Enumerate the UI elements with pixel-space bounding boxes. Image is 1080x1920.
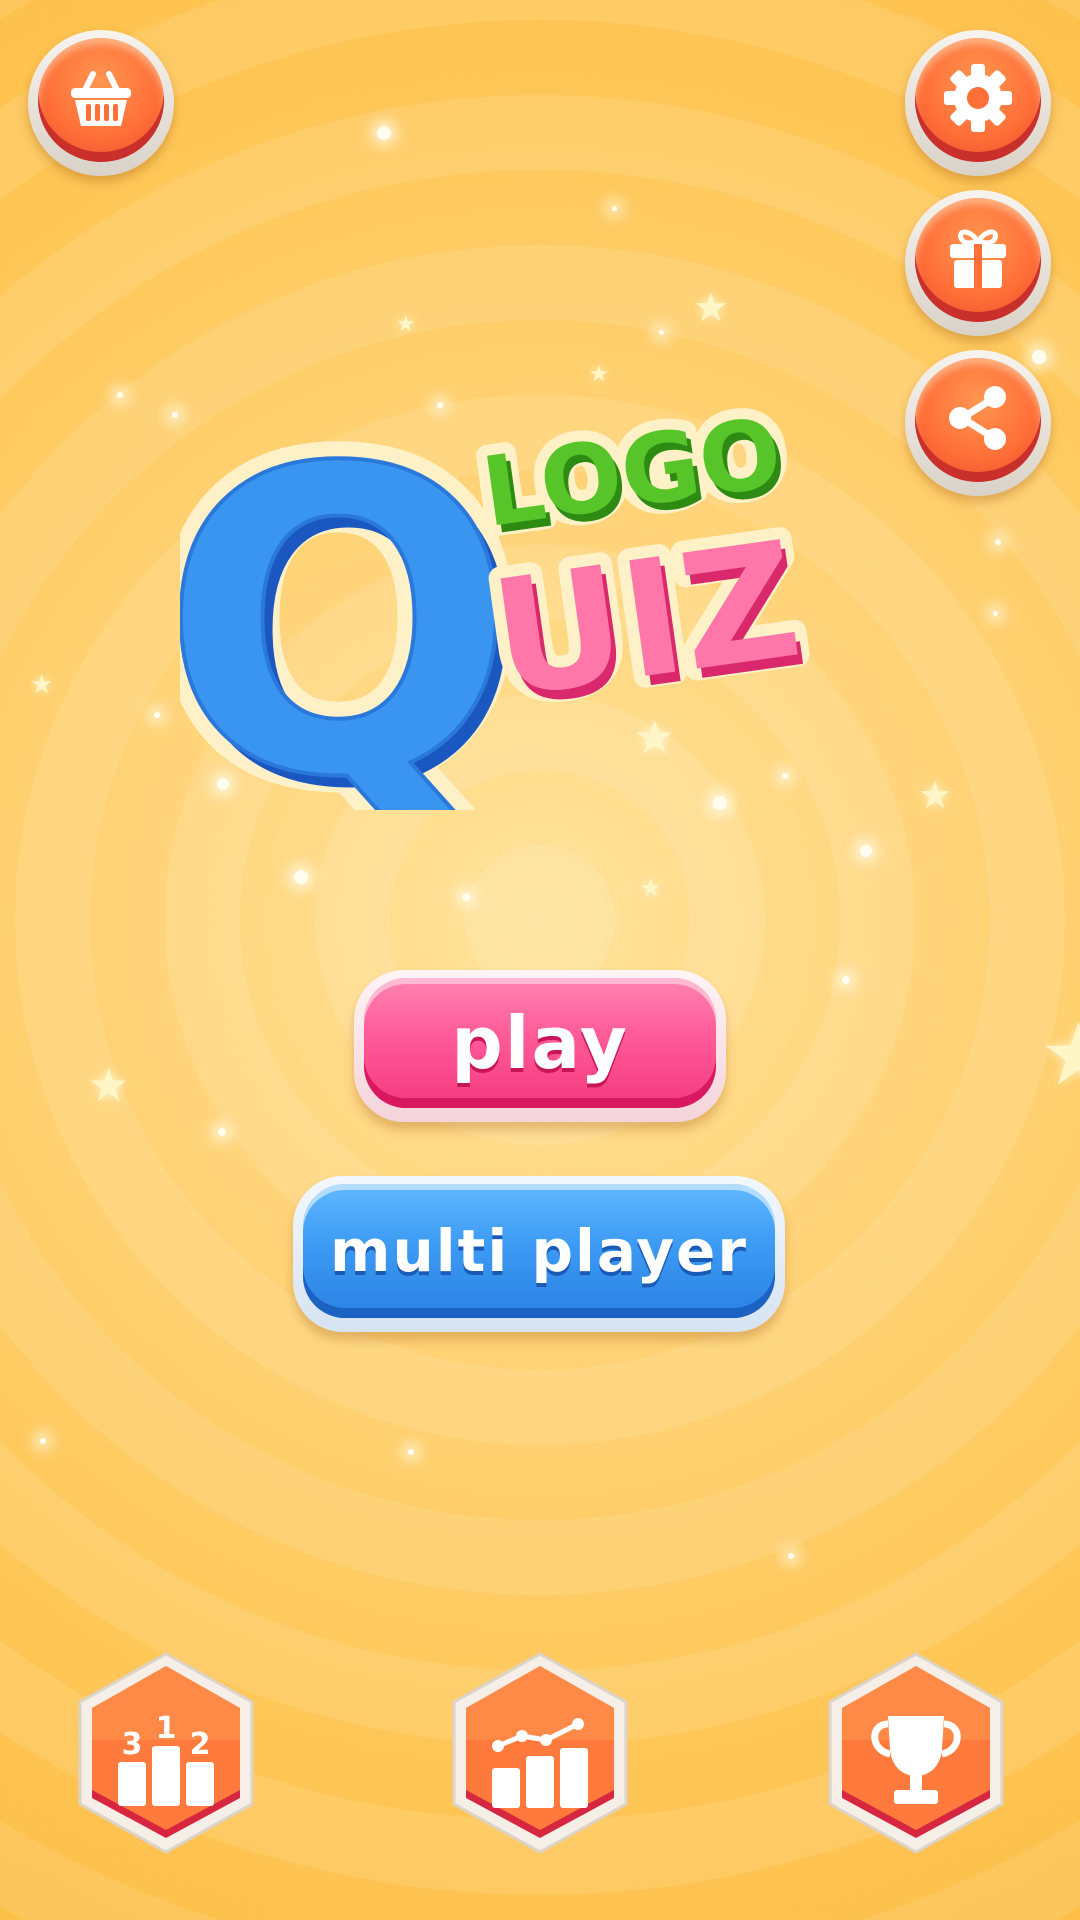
sparkle	[294, 870, 308, 884]
play-button[interactable]: play	[354, 970, 726, 1122]
sparkle	[172, 412, 178, 418]
sparkle	[462, 893, 470, 901]
sparkle	[154, 712, 160, 718]
star-decoration: ★	[88, 1058, 130, 1112]
achievements-button[interactable]	[824, 1650, 1008, 1856]
sparkle	[408, 1449, 414, 1455]
basket-icon	[71, 71, 131, 126]
leaderboard-button[interactable]: 3 1 2	[74, 1650, 258, 1856]
star-decoration: ★	[396, 312, 416, 337]
sparkle	[995, 539, 1001, 545]
sparkle	[40, 1438, 46, 1444]
svg-text:3: 3	[122, 1727, 143, 1762]
sparkle	[1032, 350, 1046, 364]
star-decoration: ★	[918, 773, 953, 817]
logo-quiz: Q Q Q LOGO LOGO LOGO UIZ UIZ UIZ	[180, 390, 823, 810]
star-decoration: ★	[589, 362, 609, 387]
sparkle	[842, 976, 850, 984]
gift-button[interactable]	[905, 190, 1051, 336]
logo-word-uiz: UIZ UIZ UIZ	[470, 494, 823, 746]
star-decoration: ★	[30, 670, 54, 700]
sparkle	[659, 330, 664, 335]
logo-letter-q: Q Q Q	[180, 390, 534, 810]
svg-text:1: 1	[156, 1711, 177, 1746]
statistics-button[interactable]	[448, 1650, 632, 1856]
sparkle	[993, 611, 998, 616]
sparkle	[788, 1553, 794, 1559]
multiplayer-button-label: multi player	[303, 1184, 775, 1318]
svg-text:Q: Q	[180, 390, 517, 810]
sparkle	[218, 1128, 226, 1136]
sparkle	[377, 126, 391, 140]
svg-text:2: 2	[190, 1727, 211, 1762]
star-decoration: ★	[640, 874, 662, 902]
star-decoration: ★	[693, 285, 729, 331]
multiplayer-button[interactable]: multi player	[293, 1176, 785, 1332]
shop-button[interactable]	[28, 30, 174, 176]
star-decoration: ★	[1040, 1005, 1080, 1105]
gift-icon	[950, 229, 1006, 288]
sparkle	[860, 845, 872, 857]
sparkle	[612, 206, 617, 211]
gear-icon	[944, 64, 1012, 132]
share-icon	[949, 386, 1006, 450]
settings-button[interactable]	[905, 30, 1051, 176]
share-button[interactable]	[905, 350, 1051, 496]
play-button-label: play	[364, 978, 716, 1108]
sparkle	[117, 392, 123, 398]
